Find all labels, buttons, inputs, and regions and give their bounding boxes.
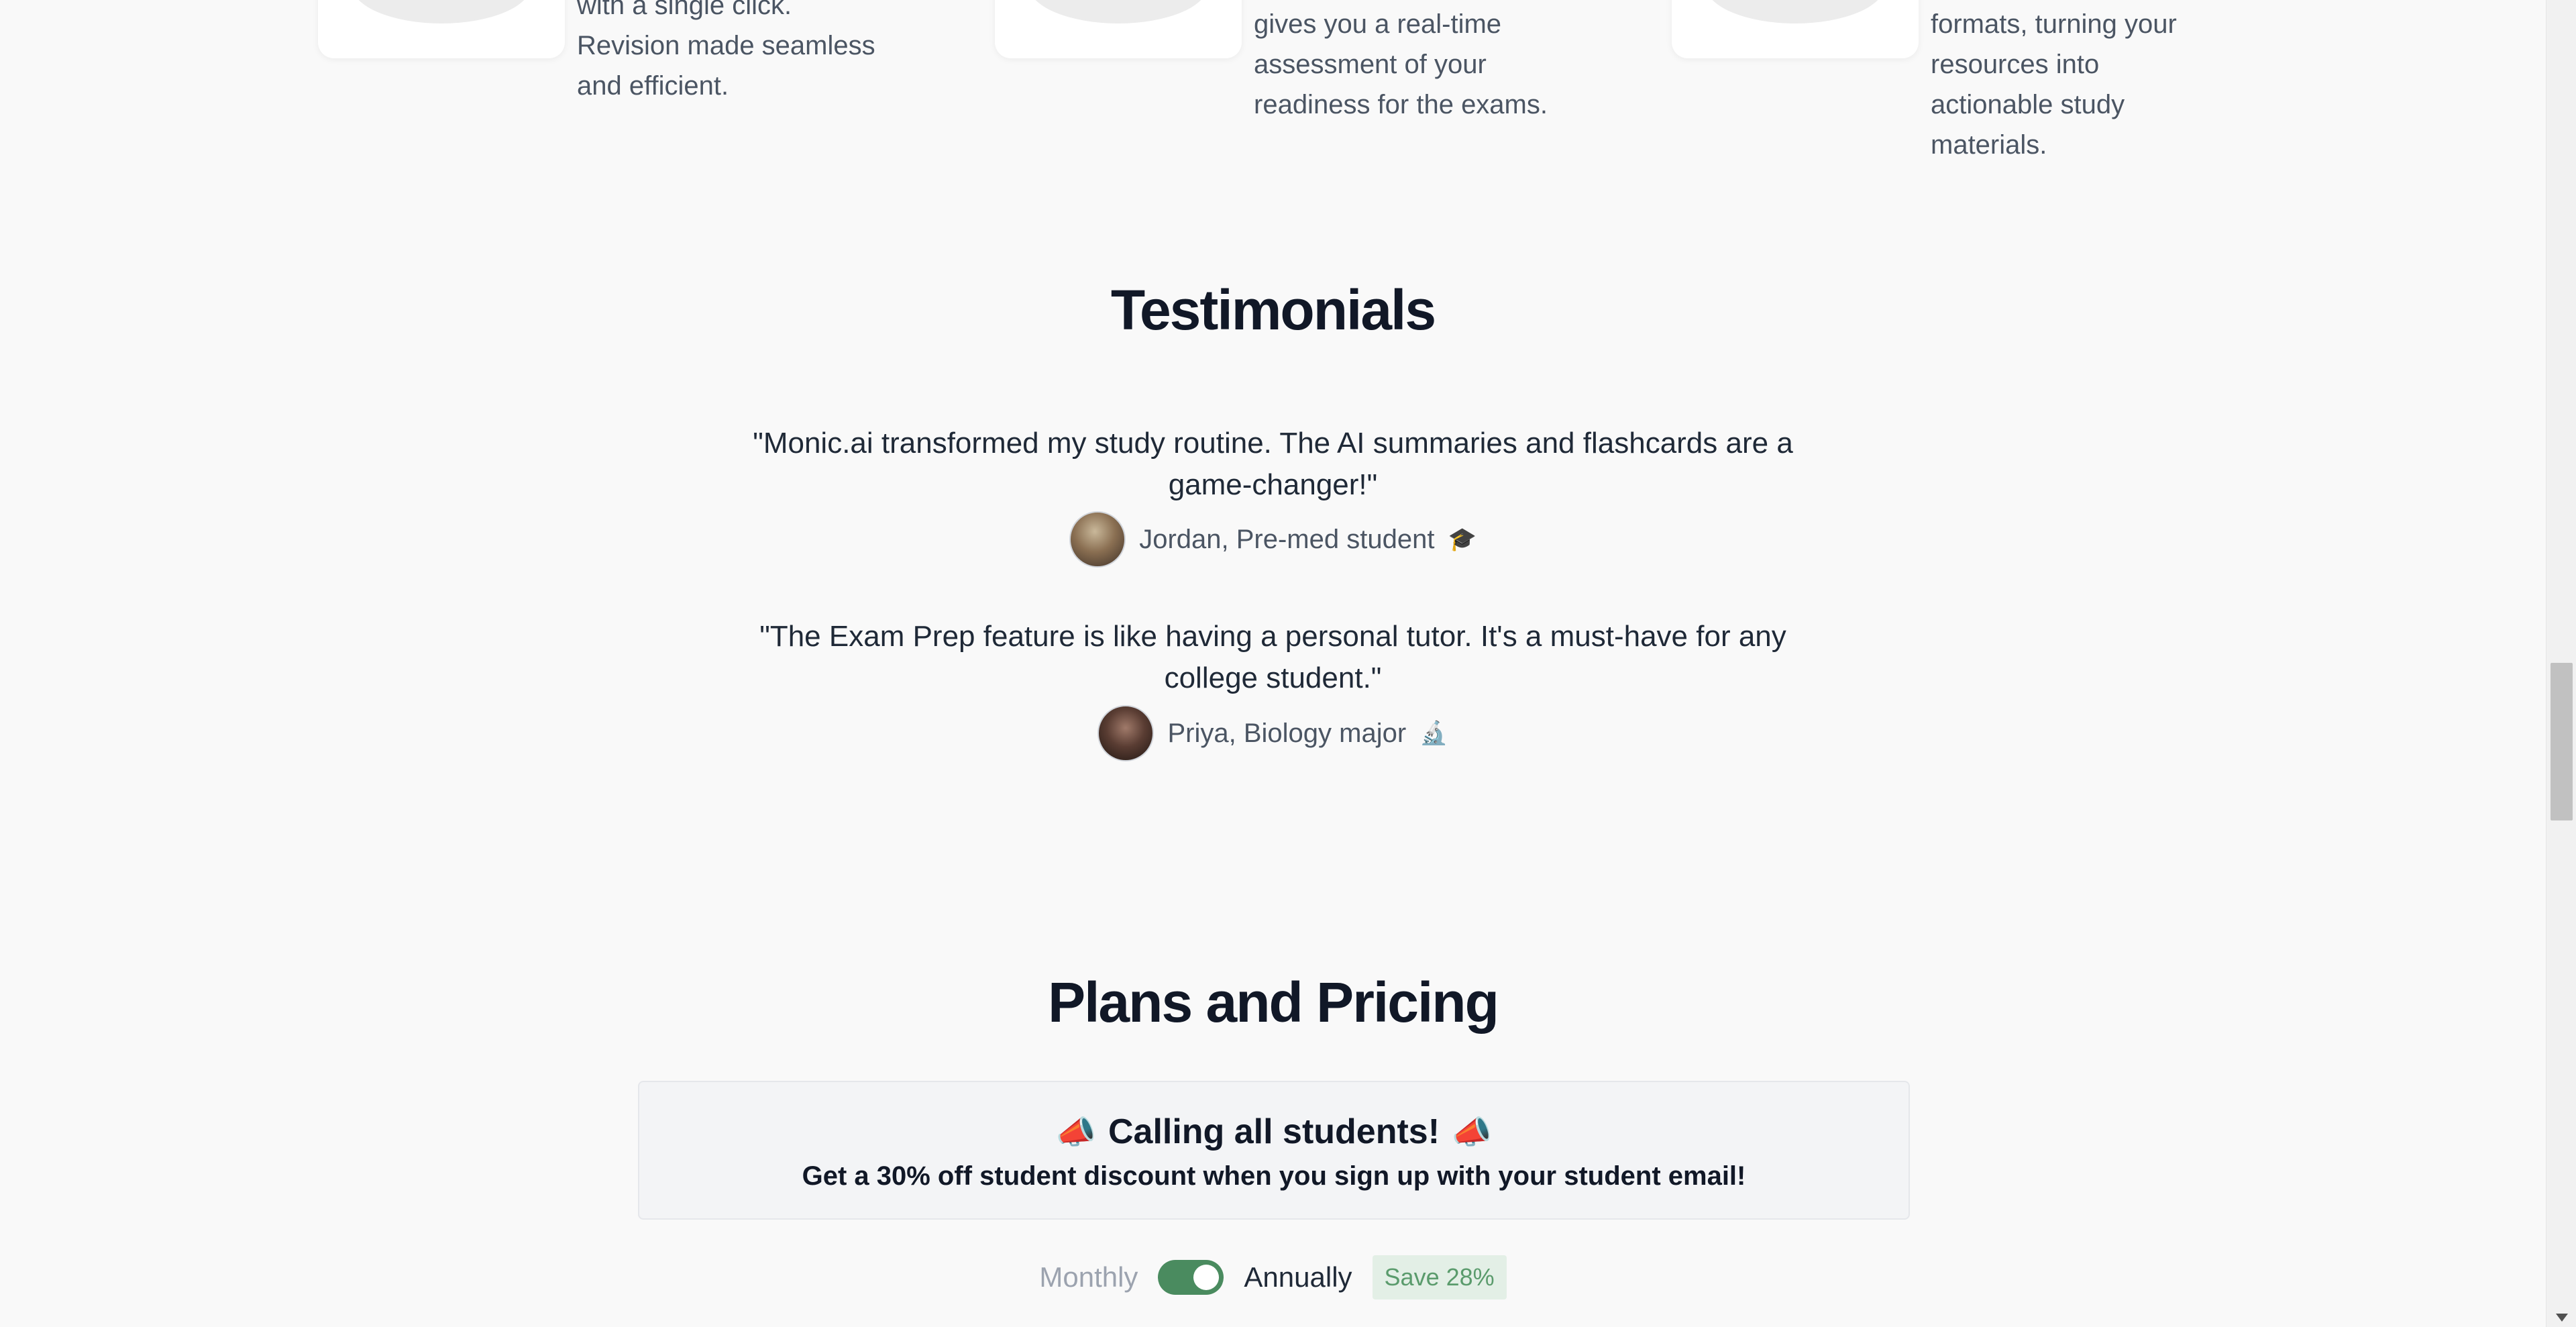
promo-heading: Calling all students!: [1108, 1112, 1440, 1151]
graduation-cap-icon: 🎓: [1448, 526, 1477, 553]
promo-subtext: Get a 30% off student discount when you …: [802, 1161, 1746, 1191]
testimonial-author: Jordan, Pre-med student 🎓: [0, 511, 2546, 568]
testimonials-title: Testimonials: [1110, 278, 1436, 341]
megaphone-icon: 📣: [1452, 1113, 1492, 1151]
page-scrollbar[interactable]: [2546, 0, 2576, 1327]
author-name: Jordan, Pre-med student: [1139, 524, 1435, 554]
feature-description: formats, turning your resources into act…: [1931, 9, 2177, 160]
scrollbar-thumb[interactable]: [2551, 663, 2573, 820]
billing-toggle[interactable]: [1158, 1260, 1224, 1295]
author-name: Priya, Biology major: [1167, 718, 1407, 748]
feature-card-image: [1672, 0, 1919, 58]
monthly-label[interactable]: Monthly: [1039, 1261, 1138, 1293]
avatar: [1097, 705, 1155, 761]
annually-label[interactable]: Annually: [1244, 1261, 1352, 1293]
toggle-knob: [1193, 1265, 1220, 1290]
feature-description: with a single click. Revision made seaml…: [577, 0, 875, 101]
testimonial-quote: "The Exam Prep feature is like having a …: [759, 620, 1786, 694]
avatar: [1069, 511, 1126, 568]
testimonial-author: Priya, Biology major 🔬: [0, 705, 2546, 761]
feature-illustration: [352, 0, 531, 23]
feature-illustration: [1705, 0, 1885, 23]
microscope-icon: 🔬: [1419, 720, 1448, 747]
feature-description: gives you a real-time assessment of your…: [1254, 9, 1548, 119]
feature-card-image: [995, 0, 1242, 58]
billing-period-selector: Monthly Annually Save 28%: [0, 1255, 2546, 1300]
save-badge: Save 28%: [1372, 1255, 1507, 1299]
feature-illustration: [1028, 0, 1208, 23]
pricing-title: Plans and Pricing: [1048, 971, 1499, 1034]
scroll-down-arrow-icon[interactable]: [2556, 1314, 2568, 1322]
megaphone-icon: 📣: [1056, 1113, 1096, 1151]
promo-heading-row: 📣 Calling all students! 📣: [639, 1112, 1909, 1152]
feature-card-image: [318, 0, 565, 58]
testimonial-quote: "Monic.ai transformed my study routine. …: [753, 427, 1793, 501]
student-discount-banner: 📣 Calling all students! 📣 Get a 30% off …: [638, 1081, 1910, 1220]
